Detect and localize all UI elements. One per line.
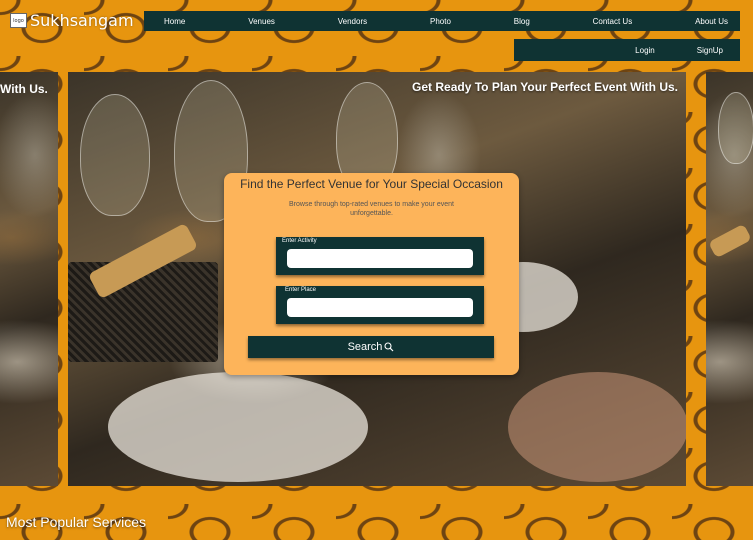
previous-slide-text: With Us. <box>0 82 48 96</box>
wine-glass-image <box>80 94 150 216</box>
brand-name: Sukhsangam <box>30 11 134 30</box>
signup-link[interactable]: SignUp <box>697 46 723 55</box>
search-button-label: Search <box>347 341 383 353</box>
auth-bar: Login SignUp <box>514 39 740 61</box>
nav-item-photo[interactable]: Photo <box>430 17 451 26</box>
hero-tagline: Get Ready To Plan Your Perfect Event Wit… <box>412 80 678 94</box>
login-link[interactable]: Login <box>635 46 655 55</box>
popular-services-title: Most Popular Services <box>6 514 147 530</box>
nav-item-home[interactable]: Home <box>164 17 185 26</box>
activity-field-group: Enter Activity <box>276 237 484 275</box>
activity-input[interactable] <box>287 249 473 268</box>
wine-glass-image <box>718 92 753 164</box>
place-field-group: Enter Place <box>276 286 484 324</box>
nav-item-blog[interactable]: Blog <box>514 17 530 26</box>
plate-image <box>108 372 368 482</box>
nav-item-venues[interactable]: Venues <box>248 17 275 26</box>
carousel-slide-previous: With Us. <box>0 72 58 486</box>
main-nav: Home Venues Vendors Photo Blog Contact U… <box>144 11 740 31</box>
place-input[interactable] <box>287 298 473 317</box>
venue-search-card: Find the Perfect Venue for Your Special … <box>224 173 519 375</box>
carousel-slide-next <box>706 72 753 486</box>
brand-logo[interactable]: logo Sukhsangam <box>10 11 134 30</box>
nav-item-contact-us[interactable]: Contact Us <box>593 17 633 26</box>
search-card-title: Find the Perfect Venue for Your Special … <box>240 177 503 191</box>
search-button[interactable]: Search <box>248 336 494 358</box>
place-label: Enter Place <box>285 287 317 293</box>
search-card-subtitle: Browse through top-rated venues to make … <box>289 201 454 217</box>
activity-label: Enter Activity <box>282 238 317 244</box>
nav-item-about-us[interactable]: About Us <box>695 17 728 26</box>
search-icon <box>384 342 394 352</box>
logo-icon: logo <box>10 13 27 28</box>
hand-image <box>508 372 686 482</box>
bread-image <box>708 223 752 259</box>
nav-item-vendors[interactable]: Vendors <box>338 17 367 26</box>
